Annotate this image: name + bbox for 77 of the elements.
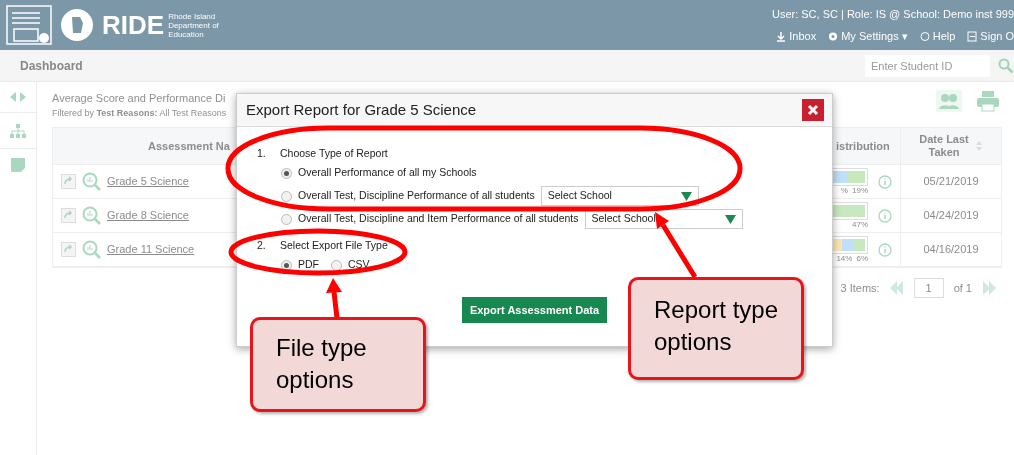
percent-label: 6%: [856, 254, 868, 263]
step-label: Select Export File Type: [280, 238, 388, 254]
dropdown-arrow-icon: [680, 191, 692, 201]
magnifier-chart-icon[interactable]: [82, 206, 101, 225]
radio-option[interactable]: Overall Test, Discipline Performance of all students: [281, 186, 535, 206]
callout-arrow: [655, 212, 698, 279]
page-total: of 1: [953, 280, 972, 296]
callout-text: File type options: [276, 333, 368, 395]
radio-button[interactable]: [281, 167, 292, 179]
assessment-link[interactable]: Grade 11 Science: [107, 241, 195, 258]
header-link[interactable]: Inbox: [776, 28, 817, 45]
radio-button[interactable]: [281, 190, 292, 202]
collapse-arrows-icon[interactable]: [9, 91, 27, 103]
radio-option[interactable]: Overall Performance of all my Schools: [281, 163, 477, 183]
link-icon: [919, 30, 930, 42]
search-icon[interactable]: [998, 57, 1014, 74]
column-header: Assessment Na: [148, 138, 230, 154]
radio-button[interactable]: [281, 213, 292, 225]
student-search-field[interactable]: Enter Student ID: [865, 54, 990, 77]
percent-label: %: [840, 186, 848, 195]
magnifier-chart-icon[interactable]: [82, 240, 101, 259]
date-cell-text: 04/16/2019: [923, 242, 979, 258]
item-count: 3 Items:: [840, 280, 880, 296]
header-link[interactable]: Sign O: [967, 28, 1014, 45]
step-label: Choose Type of Report: [280, 146, 388, 162]
header-link[interactable]: Help: [919, 28, 956, 45]
export-icon[interactable]: [61, 242, 76, 257]
radio-button[interactable]: [281, 259, 292, 271]
percent-label: 19%: [852, 186, 868, 195]
link-icon: [776, 30, 787, 42]
date-cell-text: 05/21/2019: [923, 174, 979, 190]
export-icon[interactable]: [61, 208, 76, 223]
link-icon: [967, 30, 978, 42]
state-map-icon: [60, 8, 94, 42]
page-title: Dashboard: [20, 57, 83, 75]
hierarchy-icon[interactable]: [9, 122, 27, 139]
radio-option[interactable]: CSV: [331, 255, 370, 275]
first-page-icon[interactable]: [889, 281, 904, 295]
percent-label: 47%: [852, 220, 868, 229]
radio-option[interactable]: Overall Test, Discipline and Item Performance of all students: [281, 209, 579, 229]
link-icon: [828, 30, 839, 42]
page-number-field[interactable]: 1: [913, 278, 944, 298]
export-button[interactable]: Export Assessment Data: [461, 297, 608, 323]
people-icon[interactable]: [936, 90, 962, 112]
printer-icon[interactable]: [976, 90, 1000, 112]
callout-text: Report type options: [654, 295, 780, 357]
note-icon[interactable]: [10, 156, 26, 173]
report-title: Average Score and Performance Di: [52, 91, 227, 106]
user-info: User: SC, SC | Role: IS @ School: Demo inst 999: [771, 6, 1014, 22]
assessment-link[interactable]: Grade 8 Science: [107, 207, 189, 224]
close-icon: [807, 104, 819, 116]
brand-name: RIDE: [102, 12, 165, 38]
last-page-icon[interactable]: [982, 281, 996, 295]
date-cell-text: 04/24/2019: [923, 208, 979, 224]
dropdown-arrow-icon: [724, 214, 736, 224]
school-dropdown[interactable]: Select School: [540, 186, 699, 206]
header-link[interactable]: My Settings ▾: [828, 28, 908, 45]
step-number: 1.: [257, 146, 267, 162]
assessment-link[interactable]: Grade 5 Science: [107, 173, 189, 190]
filter-text: Filtered by Test Reasons: All Test Reasons: [52, 106, 227, 120]
info-icon[interactable]: [878, 242, 892, 257]
radio-button[interactable]: [331, 259, 342, 271]
close-button[interactable]: [802, 99, 824, 121]
percent-label: 14%: [836, 254, 853, 263]
building-icon: [6, 5, 52, 45]
info-icon[interactable]: [878, 174, 892, 189]
callout-arrow: [326, 278, 342, 319]
column-header: Date Last Taken: [919, 133, 969, 159]
sort-icon[interactable]: [975, 140, 983, 152]
brand-subtitle: Rhode Island Department of Education: [168, 11, 220, 39]
info-icon[interactable]: [878, 208, 892, 223]
dialog-title: Export Report for Grade 5 Science: [246, 99, 477, 120]
radio-option[interactable]: PDF: [281, 255, 319, 275]
step-number: 2.: [257, 238, 267, 254]
column-header: istribution: [836, 138, 890, 154]
export-icon[interactable]: [61, 174, 76, 189]
magnifier-chart-icon[interactable]: [82, 172, 101, 191]
